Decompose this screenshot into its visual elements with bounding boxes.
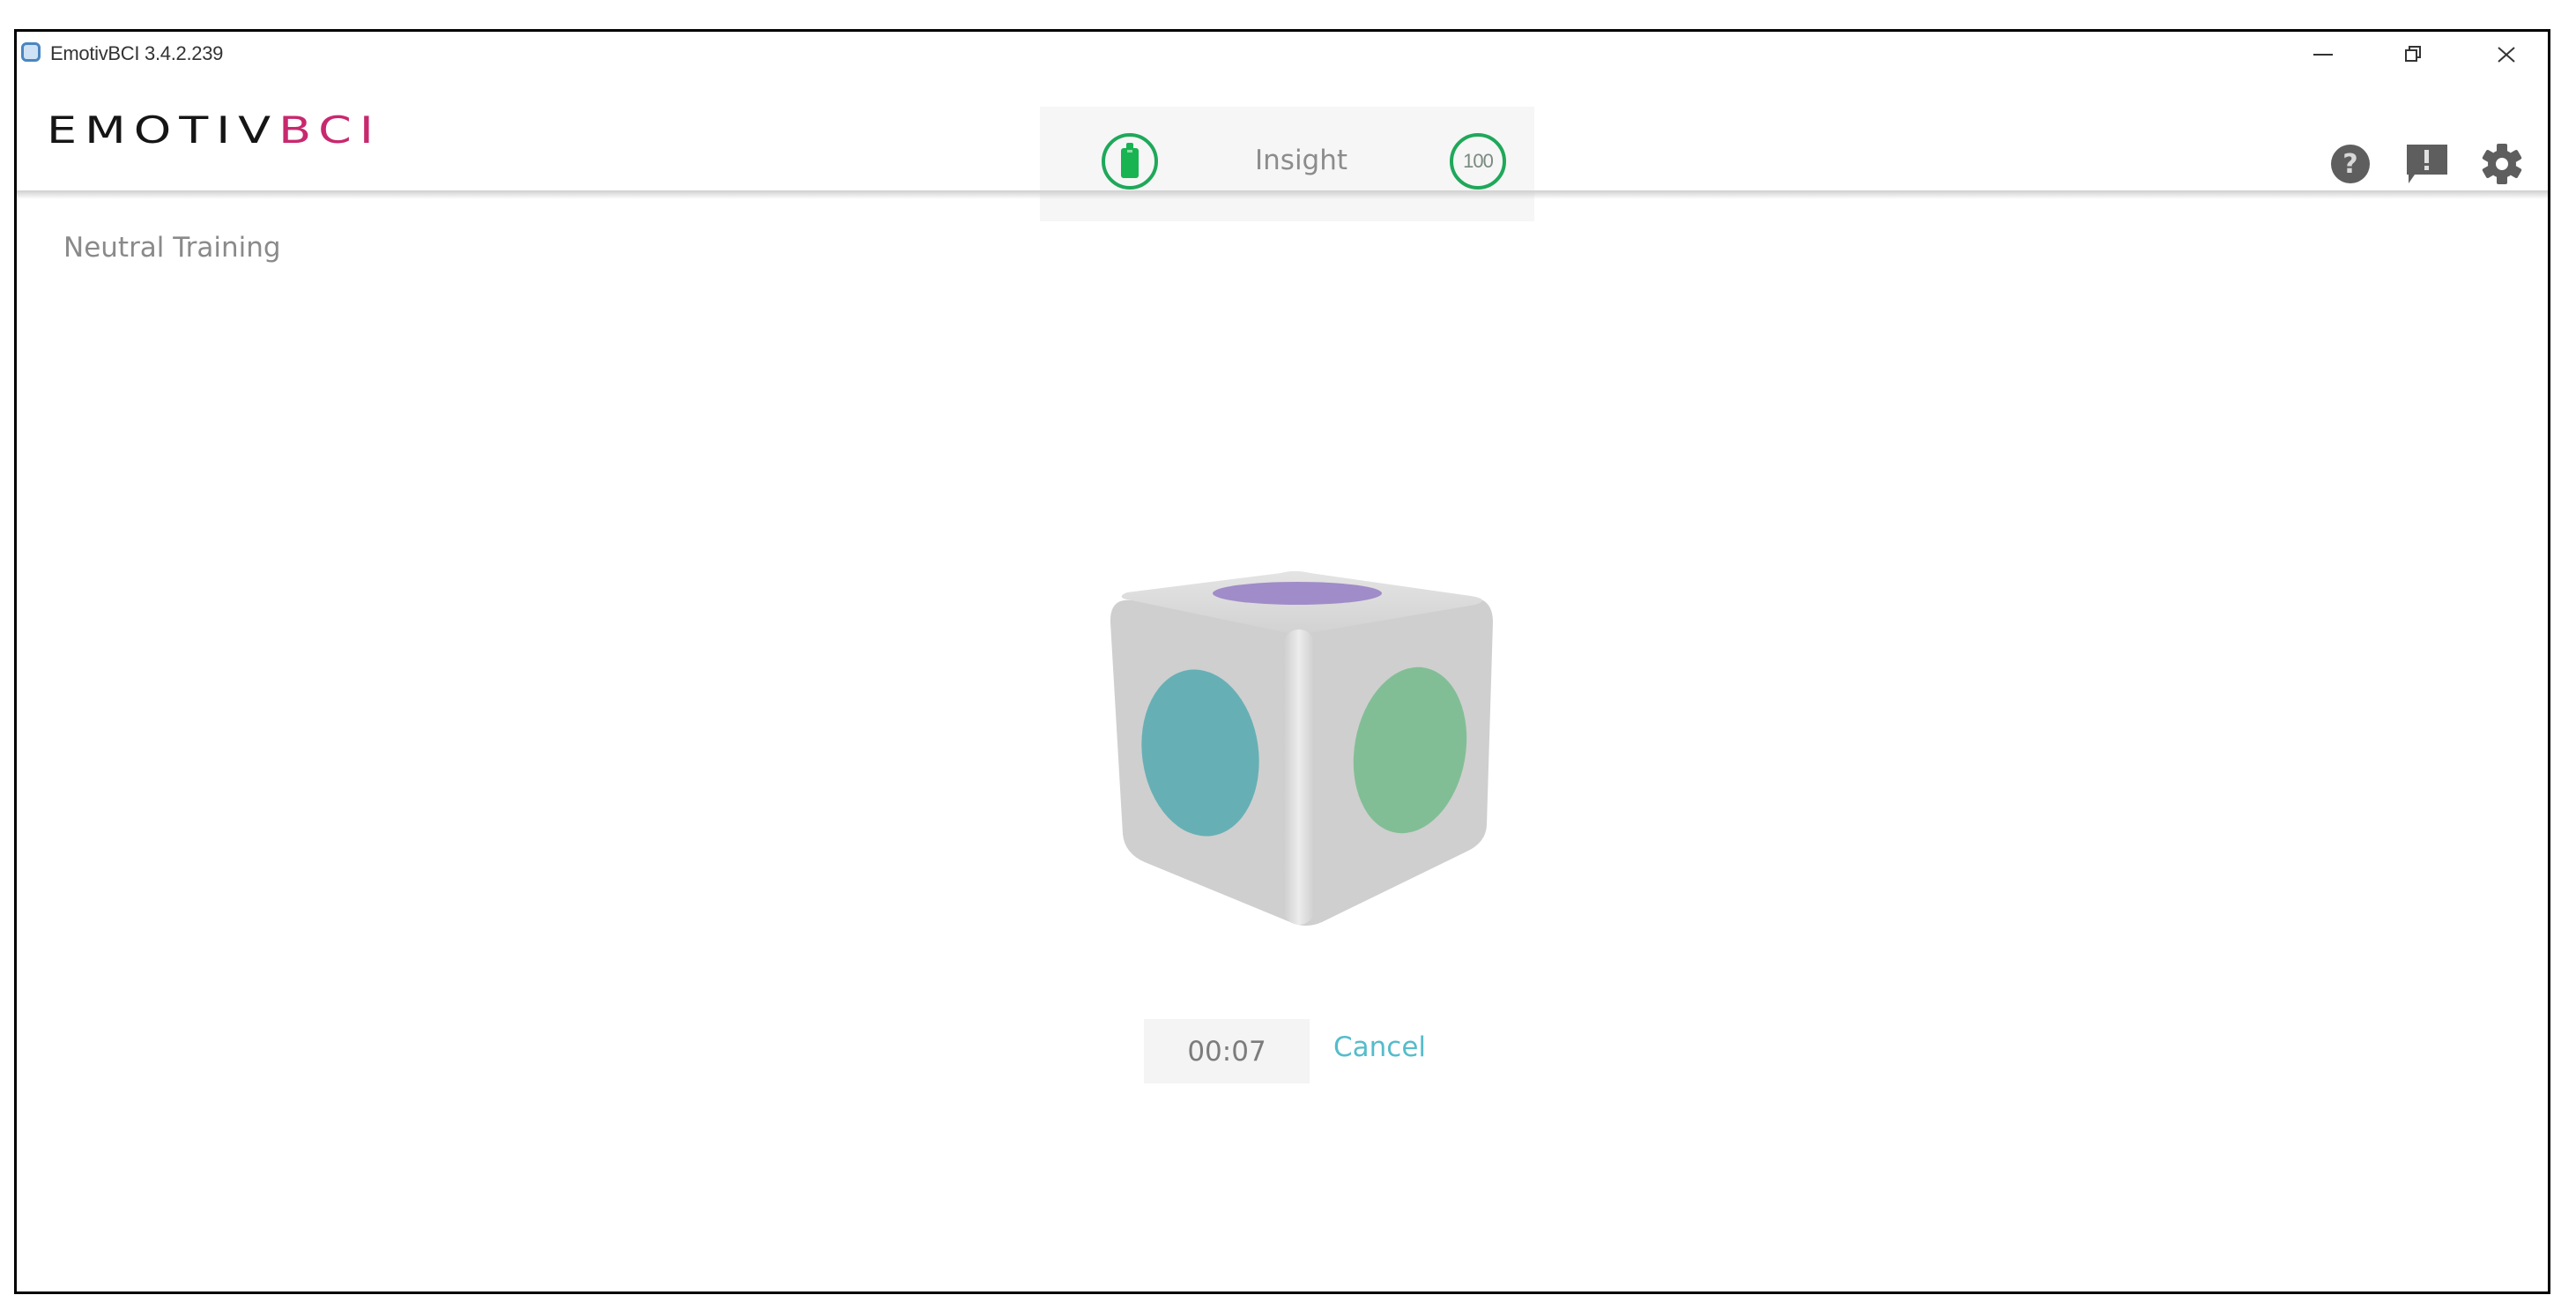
minimize-icon	[2313, 54, 2333, 56]
feedback-icon	[2407, 145, 2447, 183]
battery-icon	[1121, 143, 1139, 178]
logo-primary: EMOTIV	[47, 108, 279, 153]
help-button[interactable]: ?	[2329, 144, 2372, 184]
close-icon	[2498, 47, 2515, 63]
settings-icon	[2482, 144, 2522, 184]
app-icon	[21, 42, 41, 62]
cube-front-edge	[1283, 629, 1315, 925]
cancel-button[interactable]: Cancel	[1333, 1031, 1426, 1063]
close-button[interactable]	[2480, 37, 2533, 72]
training-timer: 00:07	[1144, 1019, 1310, 1083]
signal-quality-status[interactable]: 100	[1450, 133, 1506, 190]
restore-icon	[2405, 46, 2421, 62]
training-cube	[1079, 534, 1537, 940]
minimize-button[interactable]	[2297, 37, 2350, 72]
feedback-button[interactable]	[2406, 144, 2448, 184]
emotiv-bci-logo: EMOTIVBCI	[47, 112, 382, 149]
device-status-panel[interactable]: Insight 100	[1040, 107, 1534, 221]
app-window: EmotivBCI 3.4.2.239 EMOTIVBCI Insight 10…	[14, 29, 2550, 1294]
restore-button[interactable]	[2387, 37, 2440, 72]
help-icon: ?	[2331, 145, 2370, 183]
header-divider	[17, 190, 2548, 199]
battery-status[interactable]	[1102, 133, 1158, 190]
page-title: Neutral Training	[63, 232, 281, 264]
device-name: Insight	[1255, 145, 1348, 176]
cube-top-dot	[1213, 582, 1382, 605]
window-title: EmotivBCI 3.4.2.239	[50, 42, 224, 64]
signal-quality-value: 100	[1463, 150, 1494, 172]
svg-text:?: ?	[2342, 149, 2357, 180]
logo-accent: BCI	[278, 108, 382, 153]
cube-graphic	[1110, 571, 1493, 926]
settings-button[interactable]	[2481, 144, 2523, 184]
app-header: EMOTIVBCI Insight 100 ?	[17, 80, 2548, 221]
title-bar: EmotivBCI 3.4.2.239	[17, 32, 2548, 80]
